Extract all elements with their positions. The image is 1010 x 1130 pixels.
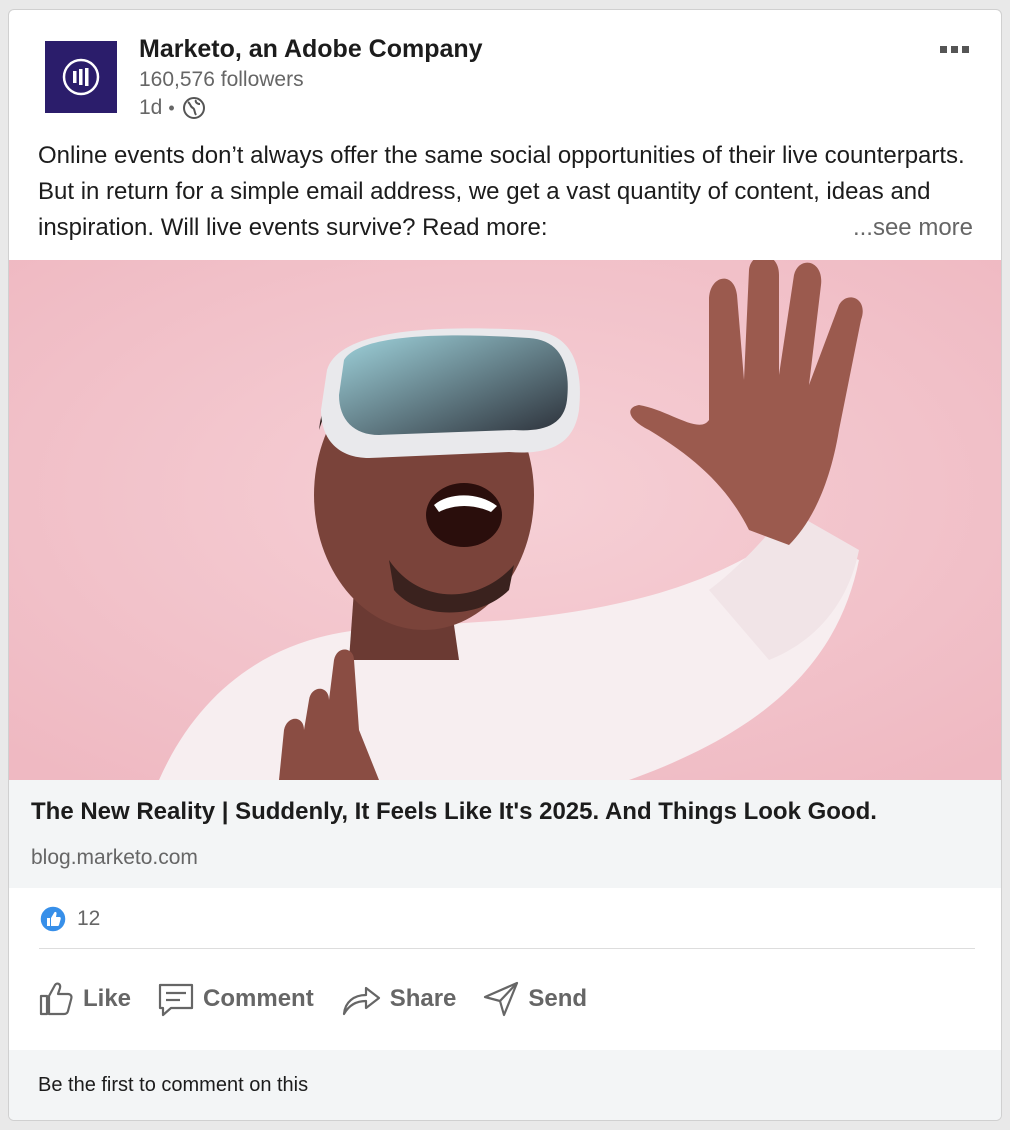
send-icon: [484, 981, 519, 1017]
meta-separator: •: [168, 97, 175, 118]
post-card: Marketo, an Adobe Company 160,576 follow…: [8, 9, 1002, 1121]
divider: [39, 948, 975, 949]
post-text: Online events don’t always offer the sam…: [38, 142, 965, 241]
send-label: Send: [528, 985, 588, 1012]
share-label: Share: [389, 985, 457, 1012]
share-button[interactable]: Share: [338, 978, 459, 1020]
post-meta: 1d •: [139, 96, 206, 120]
link-title[interactable]: The New Reality | Suddenly, It Feels Lik…: [31, 798, 877, 826]
company-name[interactable]: Marketo, an Adobe Company: [139, 35, 483, 64]
link-domain: blog.marketo.com: [31, 846, 198, 869]
share-icon: [342, 986, 380, 1016]
comment-prompt-area[interactable]: Be the first to comment on this: [9, 1050, 1001, 1120]
follower-count: 160,576 followers: [139, 68, 304, 91]
more-options-icon[interactable]: [938, 42, 971, 57]
link-preview[interactable]: The New Reality | Suddenly, It Feels Lik…: [9, 780, 1001, 888]
reaction-summary[interactable]: 12: [39, 905, 100, 933]
vr-headset-photo: [9, 260, 1001, 780]
like-button[interactable]: Like: [35, 978, 133, 1020]
like-reaction-icon: [39, 905, 67, 933]
send-button[interactable]: Send: [480, 978, 589, 1020]
comment-icon: [158, 983, 194, 1017]
comment-prompt: Be the first to comment on this: [38, 1074, 309, 1096]
thumbs-up-icon: [39, 982, 73, 1016]
company-logo[interactable]: [45, 41, 117, 113]
post-time: 1d: [139, 96, 163, 119]
reaction-count: 12: [77, 907, 101, 930]
globe-icon: [182, 97, 205, 119]
comment-button[interactable]: Comment: [155, 978, 316, 1020]
marketo-logo-icon: [62, 58, 100, 96]
post-image[interactable]: [9, 260, 1001, 780]
action-bar: Like Comment Share Send: [35, 978, 589, 1020]
see-more-link[interactable]: ...see more: [846, 210, 973, 246]
like-label: Like: [83, 985, 132, 1012]
comment-label: Comment: [203, 985, 314, 1012]
